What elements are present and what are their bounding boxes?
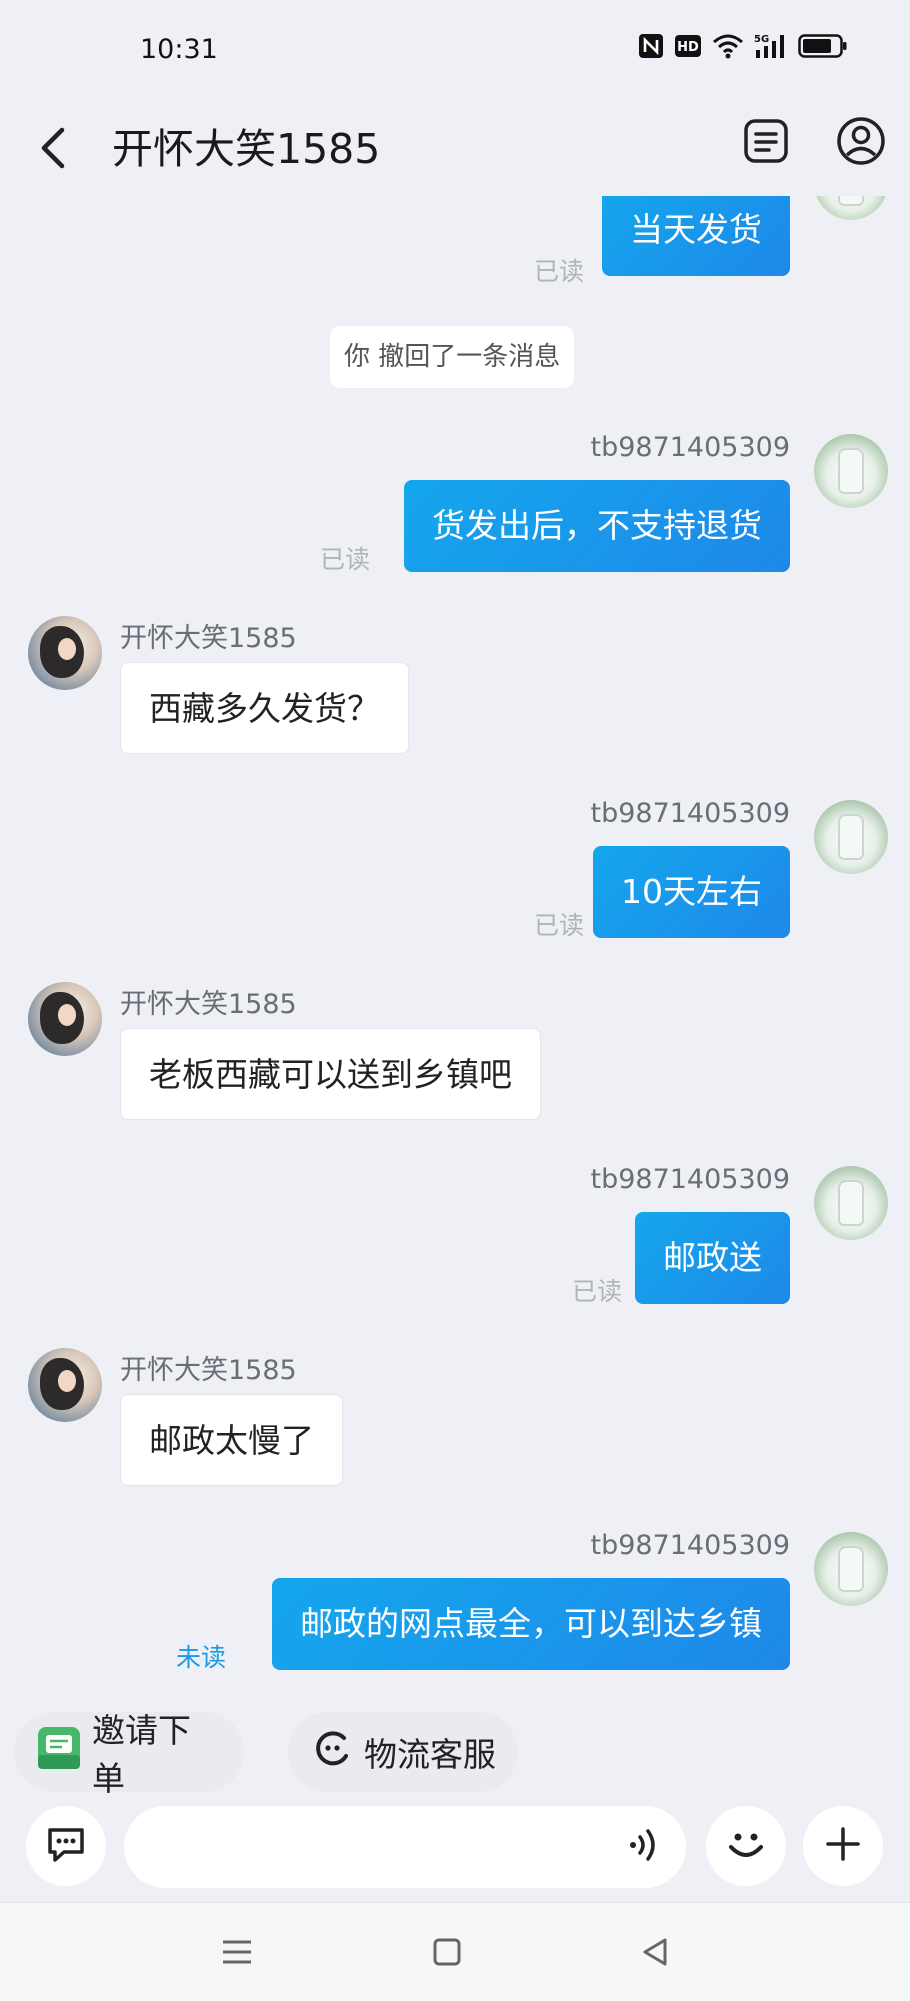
- message-list[interactable]: 当天发货 已读 你 撤回了一条消息 tb9871405309 货发出后，不支持退…: [0, 196, 910, 1686]
- signal-5g-icon: 5G: [754, 32, 788, 60]
- sender-name: 开怀大笑1585: [120, 989, 297, 1020]
- back-triangle-icon: [639, 1936, 671, 1972]
- outgoing-message-bubble[interactable]: 邮政的网点最全，可以到达乡镇: [272, 1578, 790, 1670]
- voice-button[interactable]: [620, 1822, 670, 1872]
- outgoing-message-bubble[interactable]: 10天左右: [593, 846, 790, 938]
- read-status: 已读: [533, 257, 584, 286]
- svg-text:HD: HD: [677, 40, 699, 55]
- status-time: 10:31: [140, 34, 218, 65]
- my-avatar[interactable]: [814, 1532, 888, 1606]
- unread-status: 未读: [176, 1643, 227, 1672]
- smile-icon: [721, 1819, 771, 1873]
- chat-mode-button[interactable]: [26, 1806, 106, 1886]
- message-input[interactable]: [124, 1806, 686, 1888]
- svg-text:5G: 5G: [754, 34, 769, 45]
- outgoing-message-bubble[interactable]: 当天发货: [602, 196, 790, 276]
- order-list-button[interactable]: [735, 112, 797, 174]
- input-bar: [0, 1806, 910, 1888]
- wifi-icon: [712, 33, 744, 59]
- chat-bubble-icon: [44, 1822, 88, 1870]
- sender-name: tb9871405309: [590, 432, 790, 463]
- voice-wave-icon: [627, 1825, 663, 1869]
- quick-actions: 邀请下单 物流客服: [0, 1711, 910, 1798]
- status-bar: 10:31 HD 5G: [0, 0, 910, 100]
- menu-icon: [220, 1937, 254, 1971]
- sender-name: 开怀大笑1585: [120, 1355, 297, 1386]
- emoji-button[interactable]: [706, 1806, 786, 1886]
- hd-icon: HD: [674, 34, 702, 58]
- back-button[interactable]: [28, 118, 78, 182]
- chat-header: 开怀大笑1585: [0, 100, 910, 200]
- sender-name: tb9871405309: [590, 1164, 790, 1195]
- document-list-icon: [742, 117, 790, 169]
- status-icons: HD 5G: [638, 32, 848, 60]
- my-avatar[interactable]: [814, 196, 888, 220]
- user-circle-icon: [836, 116, 886, 170]
- outgoing-message-bubble[interactable]: 邮政送: [635, 1212, 790, 1304]
- incoming-message-bubble[interactable]: 老板西藏可以送到乡镇吧: [120, 1028, 541, 1120]
- invite-order-icon: [36, 1725, 82, 1779]
- chat-title: 开怀大笑1585: [112, 125, 381, 173]
- contact-avatar[interactable]: [28, 616, 102, 690]
- incoming-message-bubble[interactable]: 西藏多久发货？: [120, 662, 409, 754]
- logistics-service-icon: [310, 1726, 354, 1778]
- nav-menu-button[interactable]: [212, 1929, 262, 1979]
- sender-name: tb9871405309: [590, 1530, 790, 1561]
- nav-home-button[interactable]: [422, 1929, 472, 1979]
- more-button[interactable]: [803, 1806, 883, 1886]
- profile-button[interactable]: [830, 112, 892, 174]
- contact-avatar[interactable]: [28, 1348, 102, 1422]
- outgoing-message-bubble[interactable]: 货发出后，不支持退货: [404, 480, 790, 572]
- chevron-left-icon: [38, 126, 68, 174]
- my-avatar[interactable]: [814, 1166, 888, 1240]
- my-avatar[interactable]: [814, 800, 888, 874]
- nav-back-button[interactable]: [630, 1929, 680, 1979]
- sender-name: tb9871405309: [590, 798, 790, 829]
- read-status: 已读: [571, 1277, 622, 1306]
- recalled-message-notice: 你 撤回了一条消息: [330, 326, 575, 388]
- home-square-icon: [431, 1936, 463, 1972]
- my-avatar[interactable]: [814, 434, 888, 508]
- logistics-service-label: 物流客服: [364, 1735, 496, 1774]
- logistics-service-button[interactable]: 物流客服: [288, 1712, 518, 1792]
- battery-icon: [798, 33, 848, 59]
- invite-order-label: 邀请下单: [92, 1711, 191, 1798]
- read-status: 已读: [533, 911, 584, 940]
- system-nav-bar: [0, 1902, 910, 2001]
- contact-avatar[interactable]: [28, 982, 102, 1056]
- plus-icon: [823, 1824, 863, 1868]
- invite-order-button[interactable]: 邀请下单: [14, 1711, 244, 1798]
- incoming-message-bubble[interactable]: 邮政太慢了: [120, 1394, 343, 1486]
- nfc-icon: [638, 33, 664, 59]
- read-status: 已读: [320, 545, 371, 574]
- sender-name: 开怀大笑1585: [120, 623, 297, 654]
